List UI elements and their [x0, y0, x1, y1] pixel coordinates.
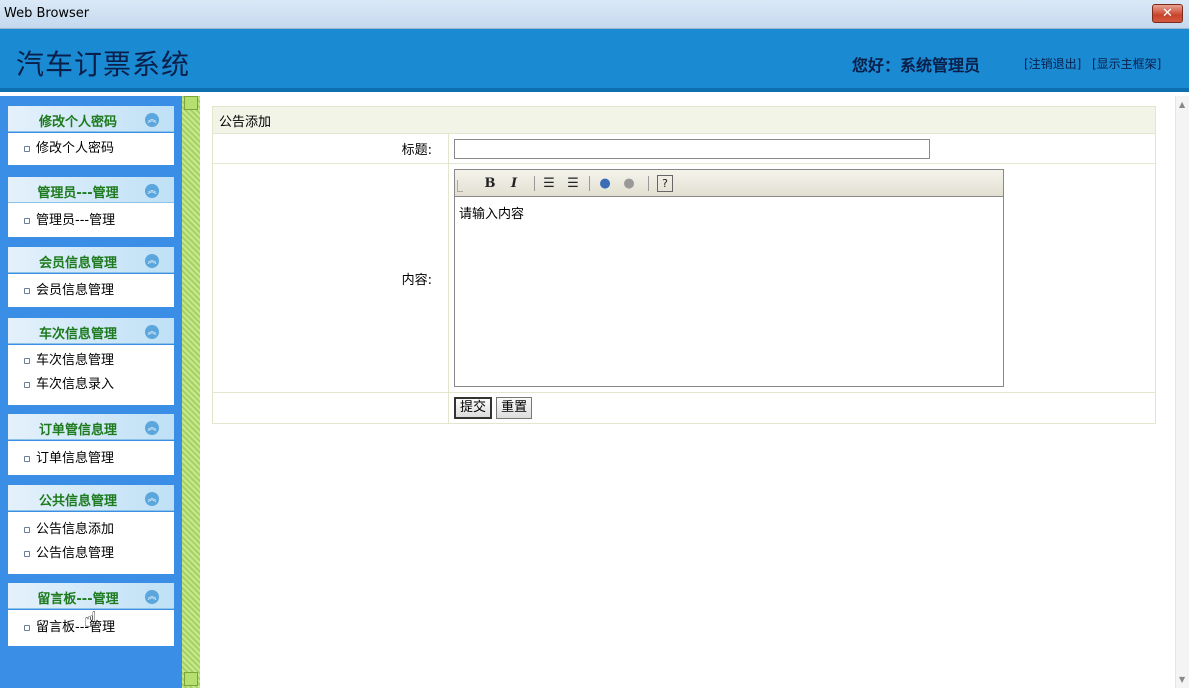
unordered-list-icon[interactable]: ☰: [565, 175, 581, 192]
sidebar-group-admin[interactable]: 管理员---管理 ︽: [8, 177, 174, 203]
vertical-scrollbar[interactable]: ▲ ▼: [1175, 96, 1189, 688]
collapse-icon[interactable]: ︽: [145, 254, 159, 268]
window-titlebar: Web Browser ✕: [0, 0, 1189, 29]
sidebar-group-body: 车次信息管理 车次信息录入: [8, 345, 174, 405]
editor-content[interactable]: 请输入内容: [455, 197, 1003, 228]
buttons-label-cell: [212, 392, 449, 424]
title-input[interactable]: [454, 139, 930, 159]
window-title: Web Browser: [4, 6, 90, 21]
sidebar-item-member-manage[interactable]: 会员信息管理: [8, 279, 174, 303]
bullet-icon: [24, 625, 30, 631]
scroll-up-arrow-icon[interactable]: ▲: [1179, 100, 1185, 109]
sidebar-item-notice-add[interactable]: 公告信息添加: [8, 518, 174, 542]
notice-add-form: 公告添加 标题: 内容: B I ☰ ☰ ● ● ? 请输入内容 提交 重置: [212, 106, 1156, 424]
bullet-icon: [24, 551, 30, 557]
sidebar-group-public-info[interactable]: 公共信息管理 ︽: [8, 485, 174, 511]
sidebar-group-title: 修改个人密码: [38, 115, 117, 130]
sidebar-group-messageboard[interactable]: 留言板---管理 ︽: [8, 583, 174, 609]
collapse-icon[interactable]: ︽: [145, 590, 159, 604]
content-label: 内容:: [212, 163, 449, 393]
bullet-icon: [24, 382, 30, 388]
sidebar-item-train-entry[interactable]: 车次信息录入: [8, 373, 174, 397]
sidebar-group-members[interactable]: 会员信息管理 ︽: [8, 247, 174, 273]
sidebar-group-body: 管理员---管理: [8, 203, 174, 237]
form-heading: 公告添加: [212, 106, 1156, 134]
collapse-icon[interactable]: ︽: [145, 113, 159, 127]
bullet-icon: [24, 358, 30, 364]
bullet-icon: [24, 218, 30, 224]
splitter-collapse-button[interactable]: [184, 96, 198, 110]
toolbar-separator: [648, 176, 649, 191]
sidebar-group-title: 管理员---管理: [37, 186, 119, 201]
remove-link-icon[interactable]: ●: [621, 175, 637, 192]
sidebar-group-password[interactable]: 修改个人密码 ︽: [8, 106, 174, 132]
sidebar-group-body: 公告信息添加 公告信息管理: [8, 512, 174, 574]
collapse-icon[interactable]: ︽: [145, 184, 159, 198]
editor-toolbar: B I ☰ ☰ ● ● ?: [455, 170, 1003, 197]
sidebar-item-order-manage[interactable]: 订单信息管理: [8, 447, 174, 471]
bullet-icon: [24, 288, 30, 294]
toolbar-separator: [589, 176, 590, 191]
sidebar-group-title: 留言板---管理: [37, 592, 119, 607]
scroll-down-arrow-icon[interactable]: ▼: [1179, 675, 1185, 684]
italic-icon[interactable]: I: [507, 175, 521, 192]
main-content: 公告添加 标题: 内容: B I ☰ ☰ ● ● ? 请输入内容 提交 重置: [200, 96, 1175, 688]
toolbar-separator: [534, 176, 535, 191]
sidebar-group-title: 订单管信息理: [38, 423, 117, 438]
user-greeting: 您好：系统管理员: [852, 56, 981, 75]
sidebar-item-notice-manage[interactable]: 公告信息管理: [8, 542, 174, 566]
hand-cursor-icon: ☝: [84, 608, 98, 633]
collapse-icon[interactable]: ︽: [145, 492, 159, 506]
header-banner: 汽车订票系统 您好：系统管理员 [注销退出] [显示主框架]: [0, 29, 1189, 92]
sidebar: 修改个人密码 ︽ 修改个人密码 管理员---管理 ︽ 管理员---管理 会员信息…: [0, 96, 182, 688]
show-main-frame-link[interactable]: [显示主框架]: [1092, 55, 1161, 72]
splitter-expand-button[interactable]: [184, 672, 198, 686]
sidebar-group-body: 会员信息管理: [8, 274, 174, 307]
sidebar-group-title: 公共信息管理: [38, 494, 117, 509]
frame-splitter[interactable]: [182, 96, 200, 688]
title-label: 标题:: [212, 133, 449, 164]
rich-text-editor[interactable]: B I ☰ ☰ ● ● ? 请输入内容: [454, 169, 1004, 387]
sidebar-group-body: 订单信息管理: [8, 441, 174, 475]
sidebar-group-body: 修改个人密码: [8, 133, 174, 165]
submit-button[interactable]: 提交: [454, 397, 493, 419]
bullet-icon: [24, 527, 30, 533]
system-title: 汽车订票系统: [16, 48, 191, 81]
help-icon[interactable]: ?: [657, 175, 673, 192]
ordered-list-icon[interactable]: ☰: [541, 175, 557, 192]
reset-button[interactable]: 重置: [496, 397, 533, 419]
collapse-icon[interactable]: ︽: [145, 421, 159, 435]
bold-icon[interactable]: B: [483, 175, 497, 192]
sidebar-group-trains[interactable]: 车次信息管理 ︽: [8, 318, 174, 344]
bullet-icon: [24, 456, 30, 462]
sidebar-item-change-password[interactable]: 修改个人密码: [8, 137, 174, 161]
insert-link-icon[interactable]: ●: [597, 175, 613, 192]
window-close-button[interactable]: ✕: [1152, 4, 1183, 23]
logout-link[interactable]: [注销退出]: [1024, 55, 1081, 72]
sidebar-group-title: 车次信息管理: [38, 327, 117, 342]
sidebar-group-orders[interactable]: 订单管信息理 ︽: [8, 414, 174, 440]
sidebar-group-title: 会员信息管理: [38, 256, 117, 271]
bullet-icon: [24, 146, 30, 152]
collapse-icon[interactable]: ︽: [145, 325, 159, 339]
drag-handle-icon[interactable]: [457, 180, 463, 192]
sidebar-item-admin-manage[interactable]: 管理员---管理: [8, 209, 174, 233]
sidebar-item-train-manage[interactable]: 车次信息管理: [8, 349, 174, 373]
